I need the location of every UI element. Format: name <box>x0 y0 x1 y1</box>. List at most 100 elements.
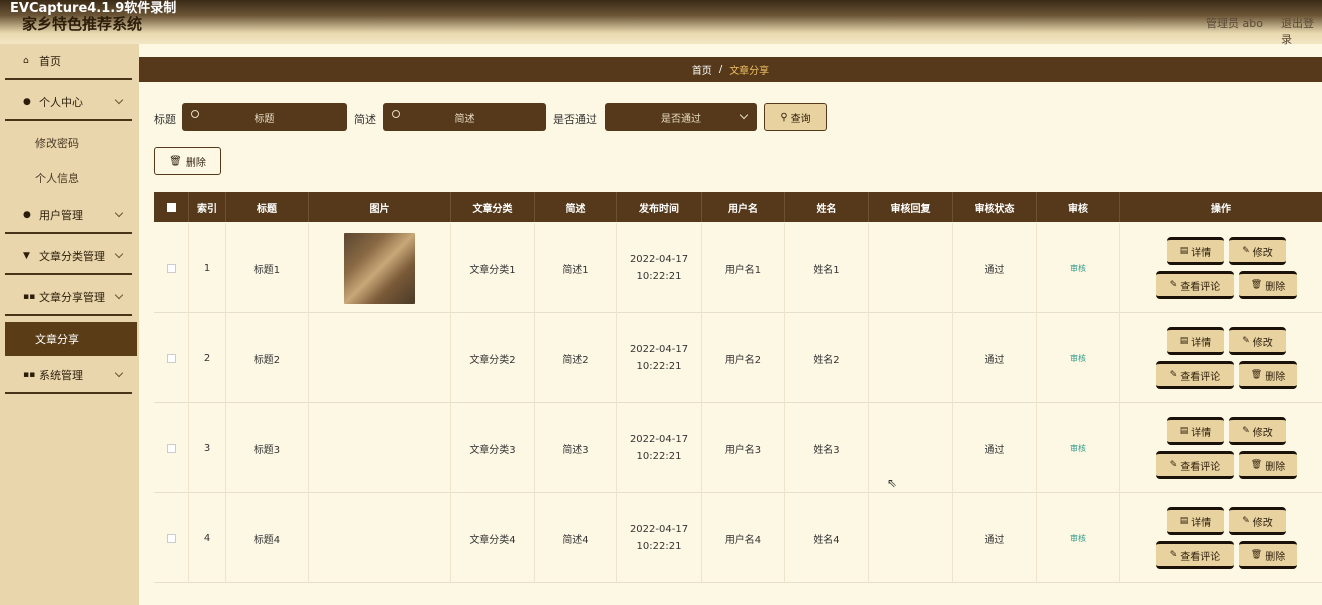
edit-button[interactable]: ✎ 修改 <box>1229 507 1286 535</box>
edit-icon: ✎ <box>1242 246 1250 256</box>
detail-button[interactable]: ▤ 详情 <box>1167 417 1224 445</box>
breadcrumb-separator: / <box>718 64 723 75</box>
col-name: 姓名 <box>785 192 869 222</box>
review-link[interactable]: 审核 <box>1070 263 1086 274</box>
sidebar-item-personal-center[interactable]: ● 个人中心 <box>5 85 132 121</box>
filter-icon: ▼ <box>23 251 30 261</box>
col-publish-time: 发布时间 <box>617 192 702 222</box>
sidebar-item-article-share[interactable]: 文章分享 <box>5 322 137 356</box>
cell-review-reply <box>869 313 953 403</box>
breadcrumb-home[interactable]: 首页 <box>692 62 712 77</box>
cell-index: 1 <box>189 223 226 313</box>
detail-button-label: 详情 <box>1191 427 1212 439</box>
row-checkbox[interactable] <box>166 533 176 543</box>
detail-button[interactable]: ▤ 详情 <box>1167 507 1224 535</box>
trash-icon: 🗑 <box>1250 280 1263 290</box>
trash-icon: 🗑 <box>169 155 182 167</box>
edit-button[interactable]: ✎ 修改 <box>1229 237 1286 265</box>
view-comments-button[interactable]: ✎ 查看评论 <box>1156 541 1234 569</box>
cell-image <box>309 223 451 313</box>
delete-button[interactable]: 🗑 删除 <box>1239 361 1297 389</box>
title-search-input[interactable]: 标题 <box>182 103 347 131</box>
cell-name: 姓名3 <box>785 403 869 493</box>
chevron-down-icon <box>114 95 124 105</box>
breadcrumb: 首页 / 文章分享 <box>139 57 1322 82</box>
sidebar-item-label: 首页 <box>39 55 61 68</box>
delete-button[interactable]: 🗑 删除 <box>1239 541 1297 569</box>
cell-summary: 简述1 <box>535 223 617 313</box>
approved-select[interactable]: 是否通过 <box>605 103 757 131</box>
summary-search-input[interactable]: 简述 <box>383 103 546 131</box>
col-review: 审核 <box>1037 192 1120 222</box>
cell-category: 文章分类2 <box>451 313 535 403</box>
edit-icon: ✎ <box>1242 336 1250 346</box>
sidebar-item-label: 系统管理 <box>39 369 83 382</box>
table-row: 2 标题2 文章分类2 简述2 2022-04-17 10:22:21 用户名2 姓名2 通过… <box>154 313 1322 403</box>
table-row: 1 标题1 文章分类1 简述1 2022-04-17 10:22:21 用户名1 姓名1 通过… <box>154 223 1322 313</box>
edit-button-label: 修改 <box>1252 337 1273 349</box>
logout-button[interactable]: 退出登录 <box>1281 15 1322 47</box>
edit-icon: ✎ <box>1242 426 1250 436</box>
view-comments-button[interactable]: ✎ 查看评论 <box>1156 451 1234 479</box>
sidebar-item-label: 文章分享管理 <box>39 291 105 304</box>
select-all-checkbox[interactable] <box>166 202 176 212</box>
batch-delete-button[interactable]: 🗑 删除 <box>154 147 221 175</box>
view-comments-button[interactable]: ✎ 查看评论 <box>1156 361 1234 389</box>
cell-publish-time: 2022-04-17 10:22:21 <box>617 493 702 583</box>
search-icon <box>191 110 199 118</box>
sidebar-item-article-share-management[interactable]: ▪▪ 文章分享管理 <box>5 280 132 316</box>
sidebar-item-label: 用户管理 <box>39 209 83 222</box>
col-image: 图片 <box>309 192 451 222</box>
review-link[interactable]: 审核 <box>1070 443 1086 454</box>
title-search-placeholder: 标题 <box>254 113 275 125</box>
sidebar: ⌂ 首页 ● 个人中心 修改密码 个人信息 ● 用户管理 ▼ 文章分类管理 ▪▪… <box>0 44 139 605</box>
title-label: 标题 <box>154 113 176 126</box>
sidebar-item-article-category-management[interactable]: ▼ 文章分类管理 <box>5 239 132 275</box>
search-icon: ⚲ <box>780 111 788 123</box>
col-summary: 简述 <box>535 192 617 222</box>
sidebar-item-system-management[interactable]: ▪▪ 系统管理 <box>5 358 132 394</box>
review-link[interactable]: 审核 <box>1070 533 1086 544</box>
col-review-reply: 审核回复 <box>869 192 953 222</box>
cell-summary: 简述4 <box>535 493 617 583</box>
cell-review-status: 通过 <box>953 313 1037 403</box>
chevron-down-icon <box>739 110 749 120</box>
delete-button[interactable]: 🗑 删除 <box>1239 271 1297 299</box>
row-checkbox[interactable] <box>166 263 176 273</box>
sidebar-item-personal-info[interactable]: 个人信息 <box>5 163 132 193</box>
comment-icon: ✎ <box>1169 550 1178 560</box>
admin-user-label[interactable]: 管理员 abo <box>1206 15 1263 31</box>
detail-icon: ▤ <box>1179 516 1189 526</box>
cell-publish-time: 2022-04-17 10:22:21 <box>617 223 702 313</box>
sidebar-item-home[interactable]: ⌂ 首页 <box>5 44 132 80</box>
system-title: 家乡特色推荐系统 <box>22 15 143 33</box>
cell-index: 4 <box>189 493 226 583</box>
delete-button[interactable]: 🗑 删除 <box>1239 451 1297 479</box>
view-comments-button[interactable]: ✎ 查看评论 <box>1156 271 1234 299</box>
cell-username: 用户名3 <box>702 403 785 493</box>
grid-icon: ▪▪ <box>23 370 36 380</box>
cell-title: 标题1 <box>226 223 309 313</box>
review-link[interactable]: 审核 <box>1070 353 1086 364</box>
sidebar-item-user-management[interactable]: ● 用户管理 <box>5 198 132 234</box>
article-thumbnail[interactable] <box>344 232 415 304</box>
row-actions: ▤ 详情 ✎ 修改 ✎ 查看评论 🗑 删除 <box>1120 493 1322 583</box>
edit-button[interactable]: ✎ 修改 <box>1229 417 1286 445</box>
trash-icon: 🗑 <box>1250 370 1263 380</box>
detail-button-label: 详情 <box>1191 337 1212 349</box>
mouse-cursor-icon: ⇖ <box>887 476 898 490</box>
row-checkbox[interactable] <box>166 353 176 363</box>
cell-review-status: 通过 <box>953 493 1037 583</box>
detail-button[interactable]: ▤ 详情 <box>1167 327 1224 355</box>
cell-index: 2 <box>189 313 226 403</box>
table-row: 3 标题3 文章分类3 简述3 2022-04-17 10:22:21 用户名3 姓名3 通过… <box>154 403 1322 493</box>
detail-button[interactable]: ▤ 详情 <box>1167 237 1224 265</box>
table-row: 4 标题4 文章分类4 简述4 2022-04-17 10:22:21 用户名4 姓名4 通过… <box>154 493 1322 583</box>
sidebar-item-change-password[interactable]: 修改密码 <box>5 128 132 158</box>
view-comments-button-label: 查看评论 <box>1180 371 1221 383</box>
row-checkbox[interactable] <box>166 443 176 453</box>
chevron-down-icon <box>114 249 124 259</box>
cell-review: 审核 <box>1037 313 1120 403</box>
query-button[interactable]: ⚲ 查询 <box>764 103 827 131</box>
edit-button[interactable]: ✎ 修改 <box>1229 327 1286 355</box>
